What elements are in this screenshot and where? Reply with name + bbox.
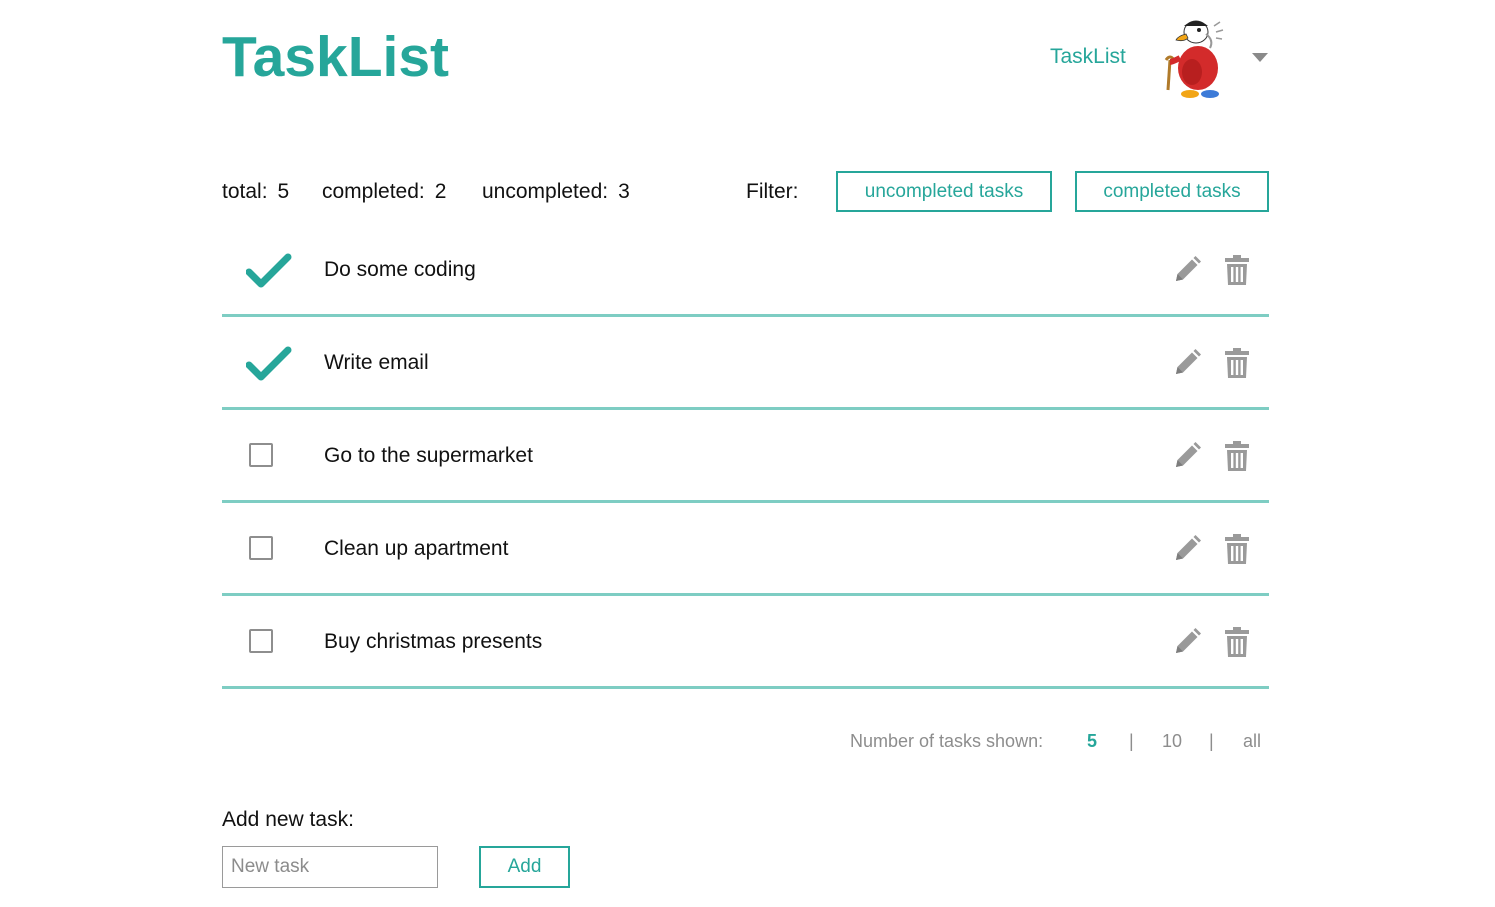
pager-separator: | [1209, 731, 1214, 751]
tasks-shown-label: Number of tasks shown: [850, 731, 1044, 751]
filter-uncompleted-button[interactable]: uncompleted tasks [836, 171, 1052, 212]
task-row: Go to the supermarket [222, 410, 1269, 503]
delete-task-trash-icon[interactable] [1225, 627, 1249, 657]
tasks-shown-option-all[interactable]: all [1243, 730, 1261, 752]
edit-task-pencil-icon[interactable] [1172, 627, 1202, 657]
avatar-duck-image [1164, 20, 1224, 98]
avatar[interactable] [1156, 14, 1234, 100]
task-row: Buy christmas presents [222, 596, 1269, 689]
tasklist-page: TaskList TaskList total: 5 completed: 2 … [0, 0, 1495, 907]
task-completed-checkmark-icon[interactable] [245, 346, 292, 382]
stat-uncompleted-value: 3 [618, 180, 630, 203]
edit-task-pencil-icon[interactable] [1172, 441, 1202, 471]
stat-uncompleted-label: uncompleted: [482, 180, 609, 203]
brand-title[interactable]: TaskList [222, 26, 449, 88]
task-text: Do some coding [324, 258, 476, 281]
task-text: Buy christmas presents [324, 630, 543, 653]
task-checkbox-icon[interactable] [249, 536, 273, 560]
task-list: Do some coding Write email Go to the super… [222, 224, 1269, 689]
task-text: Write email [324, 351, 429, 374]
stat-uncompleted: uncompleted: 3 [482, 179, 630, 205]
filter-completed-button[interactable]: completed tasks [1075, 171, 1269, 212]
task-checkbox-icon[interactable] [249, 629, 273, 653]
task-completed-checkmark-icon[interactable] [245, 253, 292, 289]
task-text: Go to the supermarket [324, 444, 533, 467]
stat-total: total: 5 [222, 179, 289, 205]
stat-total-label: total: [222, 180, 268, 203]
nav-link-tasklist[interactable]: TaskList [1050, 44, 1126, 70]
delete-task-trash-icon[interactable] [1225, 255, 1249, 285]
task-row: Clean up apartment [222, 503, 1269, 596]
tasks-shown-option-5[interactable]: 5 [1087, 730, 1097, 752]
add-task-button[interactable]: Add [479, 846, 570, 888]
stat-completed-label: completed: [322, 180, 425, 203]
task-row: Write email [222, 317, 1269, 410]
task-row: Do some coding [222, 224, 1269, 317]
edit-task-pencil-icon[interactable] [1172, 255, 1202, 285]
delete-task-trash-icon[interactable] [1225, 441, 1249, 471]
stat-completed: completed: 2 [322, 179, 446, 205]
filter-label: Filter: [746, 180, 799, 203]
edit-task-pencil-icon[interactable] [1172, 534, 1202, 564]
stat-completed-value: 2 [434, 180, 447, 203]
tasks-shown-option-10[interactable]: 10 [1162, 730, 1182, 752]
add-task-label: Add new task: [222, 808, 354, 831]
edit-task-pencil-icon[interactable] [1172, 348, 1202, 378]
delete-task-trash-icon[interactable] [1225, 348, 1249, 378]
user-menu-caret-down-icon[interactable] [1252, 53, 1268, 62]
pager-separator: | [1129, 731, 1134, 751]
stat-total-value: 5 [277, 180, 290, 203]
task-text: Clean up apartment [324, 537, 509, 560]
new-task-input[interactable] [222, 846, 438, 888]
delete-task-trash-icon[interactable] [1225, 534, 1249, 564]
task-checkbox-icon[interactable] [249, 443, 273, 467]
